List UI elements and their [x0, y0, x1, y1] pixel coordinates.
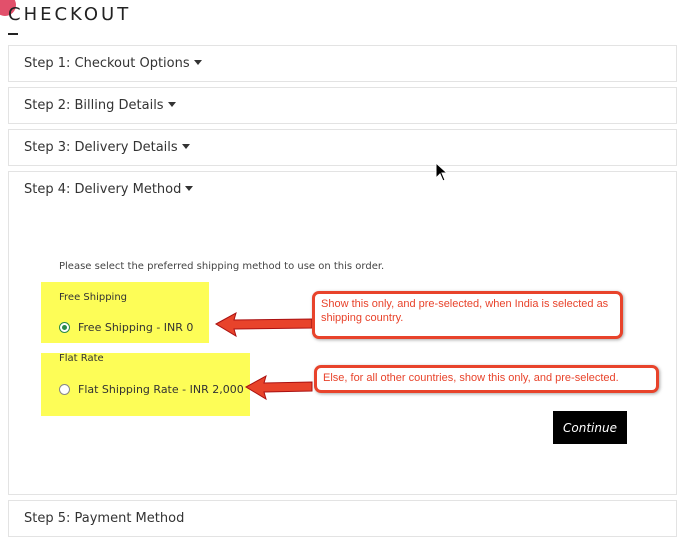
step-heading-payment-method[interactable]: Step 5: Payment Method	[24, 511, 184, 526]
caret-down-icon	[185, 186, 194, 191]
step-label: Step 2: Billing Details	[24, 98, 164, 113]
title-underline	[8, 33, 18, 35]
step-label: Step 3: Delivery Details	[24, 140, 178, 155]
continue-button[interactable]: Continue	[553, 411, 627, 444]
caret-down-icon	[167, 102, 176, 107]
step-panel-delivery-details: Step 3: Delivery Details	[8, 129, 677, 166]
annotation-arrow-icon	[244, 374, 313, 401]
flat-rate-group-title: Flat Rate	[59, 353, 104, 364]
flat-rate-option[interactable]: Flat Shipping Rate - INR 2,000	[59, 383, 244, 396]
free-shipping-group-title: Free Shipping	[59, 292, 128, 303]
free-shipping-radio[interactable]	[59, 322, 70, 333]
step-heading-billing-details[interactable]: Step 2: Billing Details	[24, 98, 176, 113]
free-shipping-option-label: Free Shipping - INR 0	[78, 321, 194, 334]
step-panel-payment-method: Step 5: Payment Method	[8, 500, 677, 537]
india-annotation-callout: Show this only, and pre-selected, when I…	[312, 291, 623, 339]
caret-down-icon	[193, 60, 202, 65]
free-shipping-option[interactable]: Free Shipping - INR 0	[59, 321, 193, 334]
page-title: CHECKOUT	[8, 4, 132, 25]
step-heading-checkout-options[interactable]: Step 1: Checkout Options	[24, 56, 202, 71]
step-label: Step 5: Payment Method	[24, 511, 185, 526]
step-label: Step 4: Delivery Method	[24, 182, 182, 197]
other-countries-annotation-callout: Else, for all other countries, show this…	[314, 365, 659, 393]
flat-rate-option-label: Flat Shipping Rate - INR 2,000	[78, 383, 244, 396]
step-heading-delivery-details[interactable]: Step 3: Delivery Details	[24, 140, 190, 155]
step-label: Step 1: Checkout Options	[24, 56, 190, 71]
shipping-instruction: Please select the preferred shipping met…	[59, 261, 385, 272]
step-panel-billing-details: Step 2: Billing Details	[8, 87, 677, 124]
flat-rate-radio[interactable]	[59, 384, 70, 395]
step-heading-delivery-method[interactable]: Step 4: Delivery Method	[24, 182, 194, 197]
step-panel-checkout-options: Step 1: Checkout Options	[8, 45, 677, 82]
annotation-arrow-icon	[214, 311, 313, 338]
caret-down-icon	[181, 144, 190, 149]
mouse-cursor-icon	[435, 162, 449, 182]
